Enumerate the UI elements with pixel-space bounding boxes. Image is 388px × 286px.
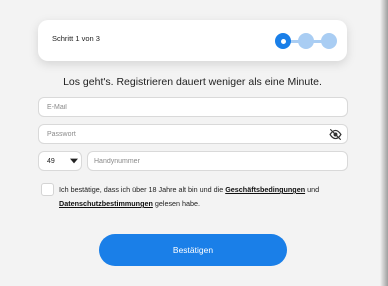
phone-input[interactable]: [88, 152, 347, 170]
consent-text-after: gelesen habe.: [152, 199, 201, 208]
step-label: Schritt 1 von 3: [52, 34, 100, 43]
consent-text-before: Ich bestätige, dass ich über 18 Jahre al…: [59, 185, 226, 194]
step-indicator: [275, 33, 337, 49]
confirm-button[interactable]: Bestätigen: [99, 234, 287, 266]
eye-slash-icon[interactable]: [329, 129, 342, 140]
password-field[interactable]: [38, 124, 348, 144]
email-field[interactable]: [38, 97, 348, 117]
page-headline: Los geht's. Registrieren dauert weniger …: [63, 76, 322, 88]
terms-link[interactable]: Geschäftsbedingungen: [225, 185, 305, 194]
consent-checkbox[interactable]: [41, 183, 54, 196]
page-edge-shadow: [380, 0, 388, 286]
country-code-select[interactable]: 49: [38, 151, 82, 171]
progress-card: Schritt 1 von 3: [38, 20, 347, 61]
consent-text: Ich bestätige, dass ich über 18 Jahre al…: [59, 183, 344, 211]
email-input[interactable]: [39, 98, 347, 116]
chevron-down-icon: [70, 158, 78, 164]
phone-field[interactable]: [87, 151, 348, 171]
consent-text-middle: und: [305, 185, 320, 194]
password-input[interactable]: [39, 125, 347, 143]
step-2-dot: [298, 33, 314, 49]
privacy-link[interactable]: Datenschutzbestimmungen: [59, 199, 153, 208]
step-1-dot-active: [275, 33, 291, 49]
country-code-value: 49: [47, 158, 55, 165]
step-3-dot: [321, 33, 337, 49]
